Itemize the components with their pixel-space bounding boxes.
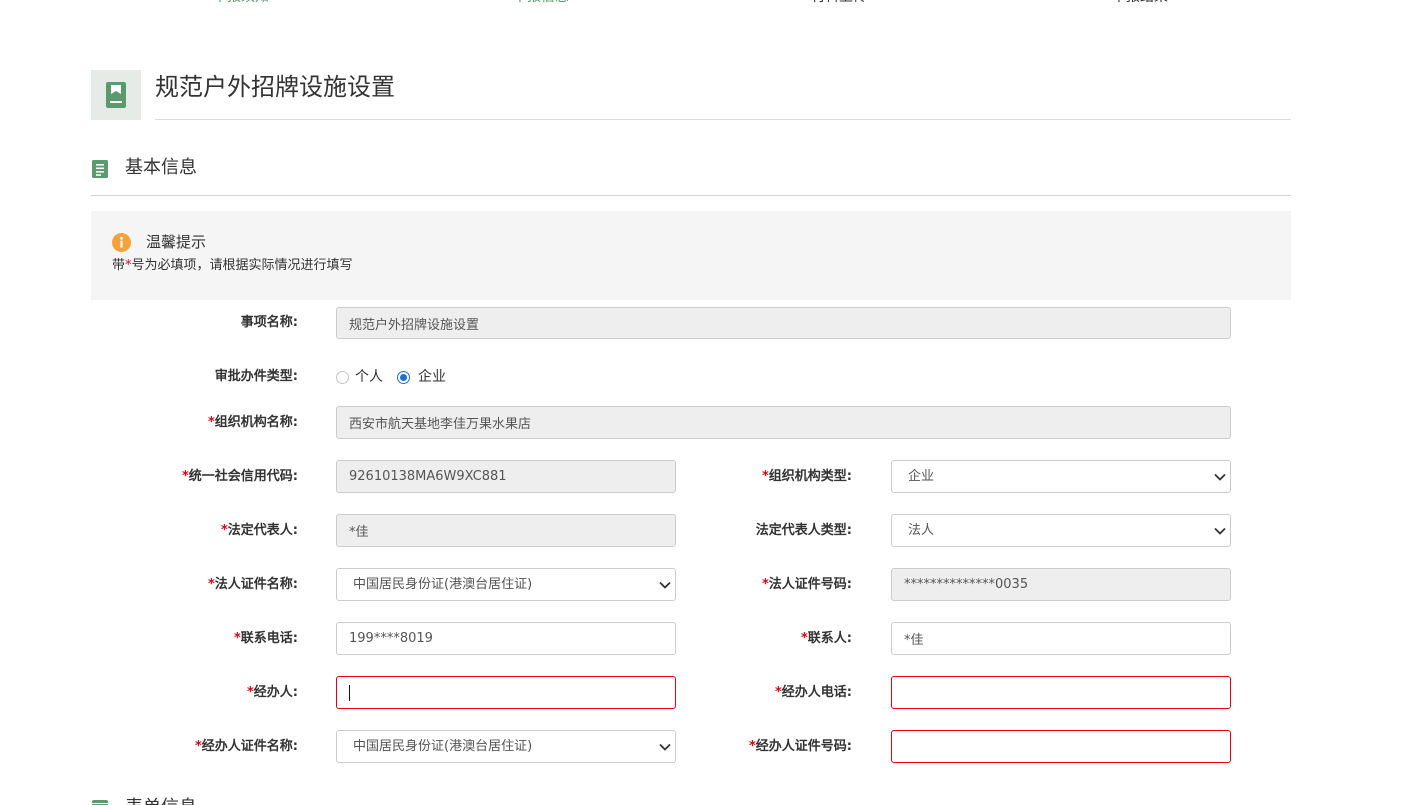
org-name-label: *组织机构名称:	[207, 415, 298, 430]
handler-id-no-input[interactable]	[891, 730, 1231, 763]
step-material-upload[interactable]: 材料上传	[811, 0, 881, 4]
item-name-label: 事项名称:	[240, 315, 298, 330]
contact-person-input[interactable]	[891, 622, 1231, 655]
contact-person-label: *联系人:	[800, 631, 852, 646]
apply-type-label: 审批办件类型:	[214, 369, 298, 384]
credit-code-label: *统一社会信用代码:	[181, 469, 298, 484]
radio-individual[interactable]	[336, 371, 349, 384]
org-name-input[interactable]	[336, 406, 1231, 439]
legal-id-no-input[interactable]	[891, 568, 1231, 601]
legal-rep-label: *法定代表人:	[220, 523, 298, 538]
tip-text: 带*号为必填项，请根据实际情况进行填写	[112, 258, 353, 273]
step-apply-result[interactable]: 申报结果	[1112, 0, 1182, 4]
tip-title: 温馨提示	[146, 233, 207, 251]
chevron-down-icon	[1214, 473, 1226, 481]
org-type-select[interactable]: 企业	[891, 460, 1231, 493]
document-icon	[106, 82, 126, 108]
legal-rep-type-label: 法定代表人类型:	[755, 523, 852, 538]
org-type-label: *组织机构类型:	[761, 469, 852, 484]
list-icon	[92, 160, 108, 178]
radio-individual-label[interactable]: 个人	[355, 369, 383, 385]
tip-text-suffix: 号为必填项，请根据实际情况进行填写	[131, 258, 353, 273]
title-divider	[155, 119, 1291, 120]
handler-id-type-label: *经办人证件名称:	[194, 739, 298, 754]
chevron-down-icon	[1214, 527, 1226, 535]
section-title-form-info: 表单信息	[125, 797, 197, 805]
list-icon	[92, 800, 108, 805]
legal-id-no-label: *法人证件号码:	[761, 577, 852, 592]
tip-box	[91, 211, 1291, 300]
page-header-icon-box	[91, 70, 141, 120]
legal-rep-type-select[interactable]: 法人	[891, 514, 1231, 547]
handler-id-no-label: *经办人证件号码:	[748, 739, 852, 754]
handler-phone-input[interactable]	[891, 676, 1231, 709]
radio-enterprise[interactable]	[397, 371, 410, 384]
text-cursor	[349, 685, 350, 701]
handler-phone-label: *经办人电话:	[774, 685, 852, 700]
section-title-basic-info: 基本信息	[125, 157, 197, 178]
legal-id-type-label: *法人证件名称:	[207, 577, 298, 592]
item-name-input[interactable]	[336, 307, 1231, 339]
section-divider	[91, 195, 1291, 196]
tip-text-prefix: 带	[112, 258, 126, 273]
page-title: 规范户外招牌设施设置	[155, 73, 395, 101]
step-apply-notice[interactable]: 申报须知	[213, 0, 283, 4]
handler-label: *经办人:	[246, 685, 298, 700]
info-icon	[112, 233, 131, 252]
contact-phone-label: *联系电话:	[233, 631, 298, 646]
step-apply-info[interactable]: 申报信息	[513, 0, 583, 4]
radio-enterprise-label[interactable]: 企业	[418, 369, 446, 385]
